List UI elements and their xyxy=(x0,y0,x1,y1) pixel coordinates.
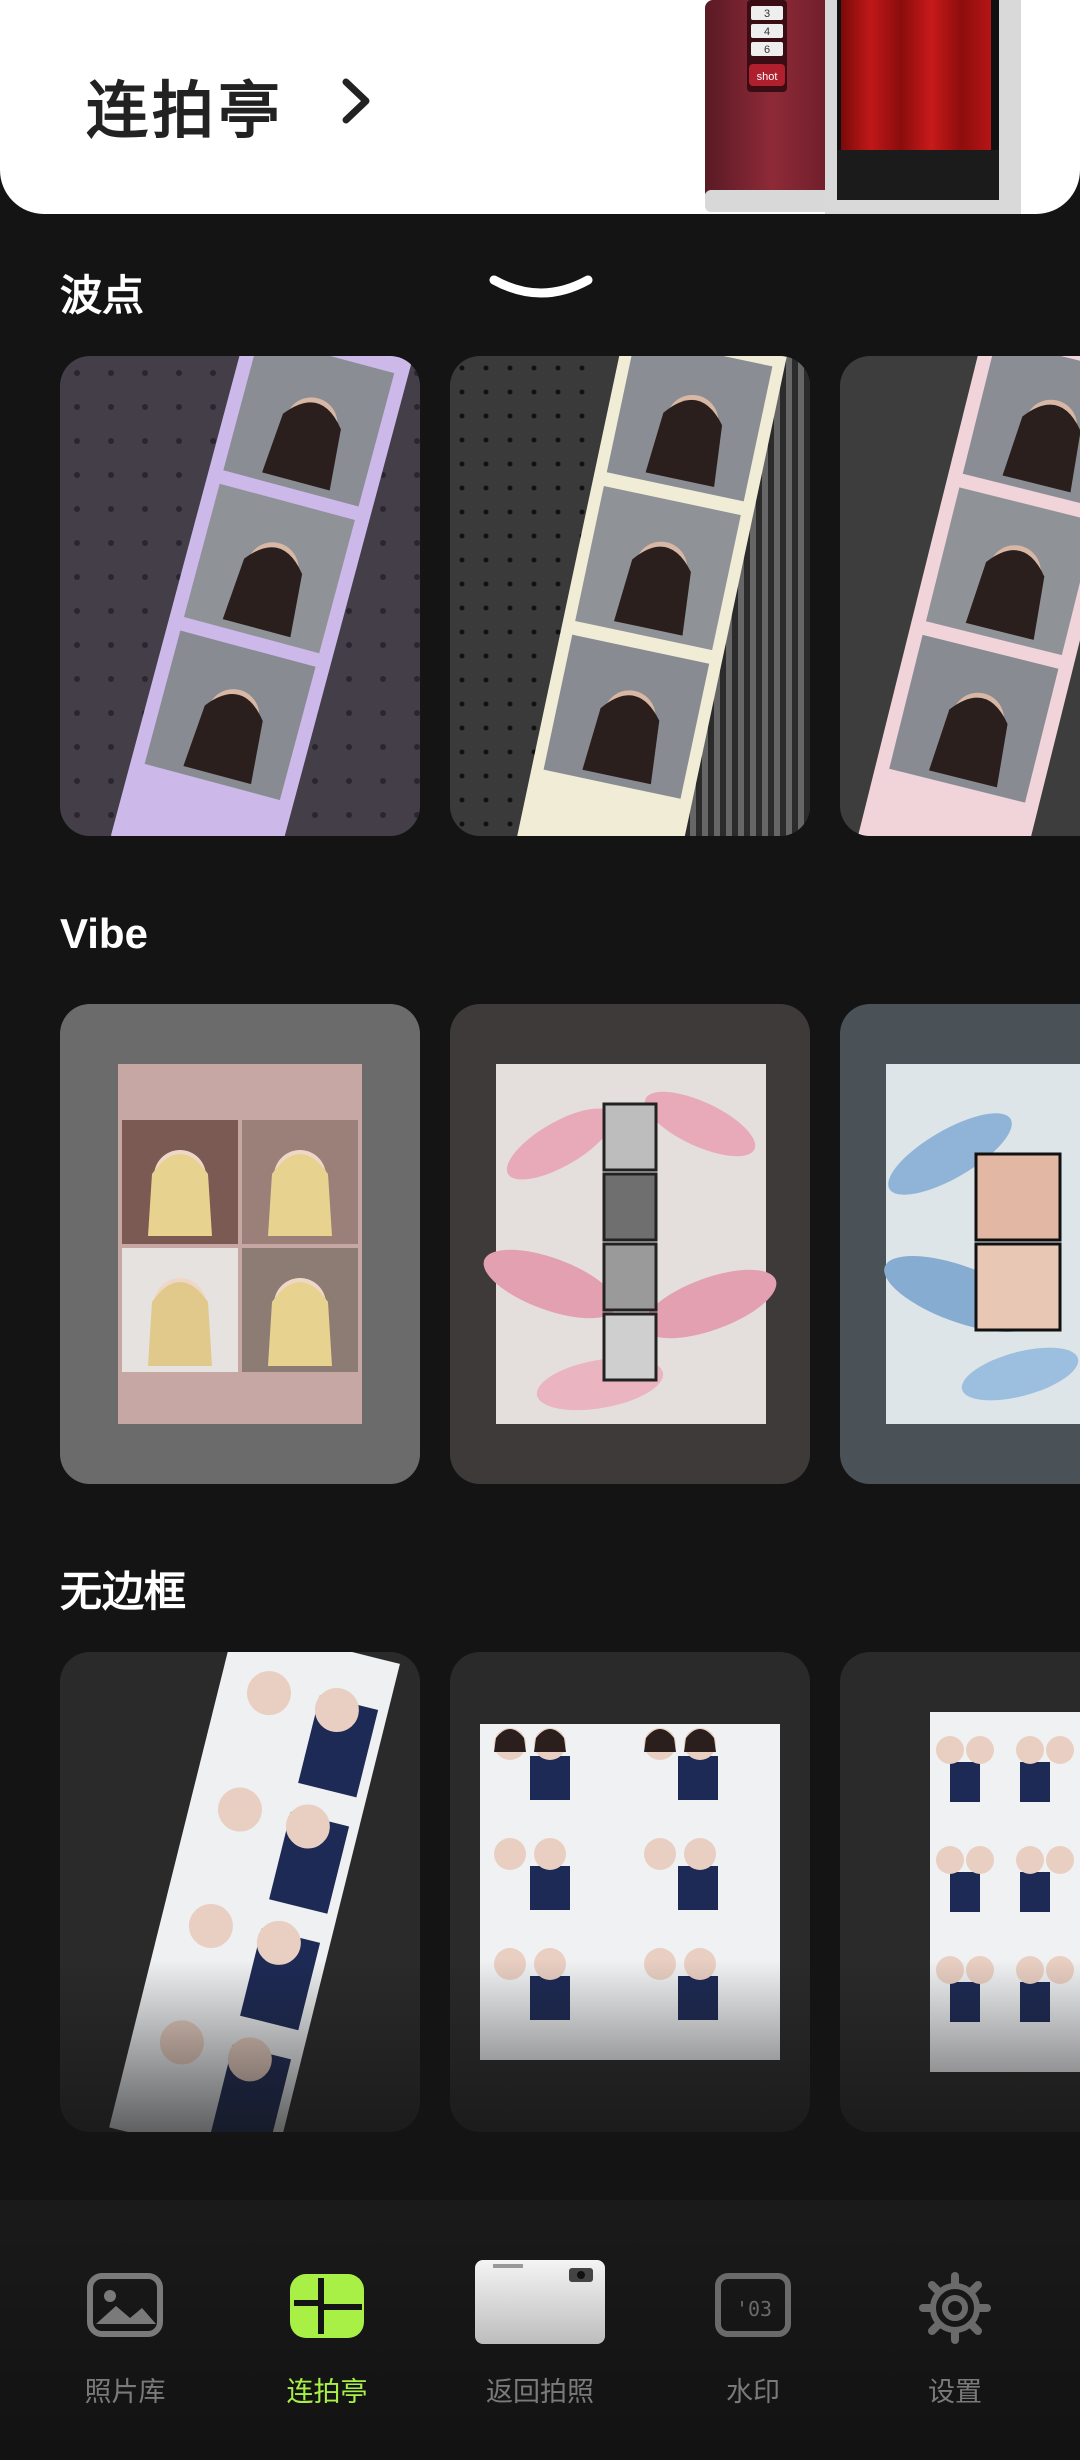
nav-item-photobooth[interactable]: 连拍亭 xyxy=(242,2200,412,2440)
nav-label-settings: 设置 xyxy=(928,2377,982,2407)
section-title-borderless: 无边框 xyxy=(60,1568,187,1615)
photobooth-header-card[interactable]: 连拍亭 3 4 6 shot xyxy=(0,0,1080,214)
section-title-dots: 波点 xyxy=(60,272,145,319)
photo-booth-illustration: 3 4 6 shot xyxy=(705,0,1021,214)
template-card-dots-film[interactable] xyxy=(450,356,810,836)
nav-item-watermark[interactable]: '03 水印 xyxy=(668,2200,838,2440)
template-card-dots-pink[interactable] xyxy=(840,356,1080,836)
nav-item-back-to-camera[interactable]: 返回拍照 xyxy=(455,2200,625,2440)
chevron-right-icon xyxy=(342,78,370,124)
template-card-borderless-grid[interactable] xyxy=(450,1652,810,2132)
chevron-down-icon[interactable] xyxy=(486,270,596,306)
nav-item-photo-library[interactable]: 照片库 xyxy=(40,2200,210,2440)
template-card-vibe-grid[interactable] xyxy=(60,1004,420,1484)
watermark-icon: '03 xyxy=(715,2273,791,2337)
nav-label-watermark: 水印 xyxy=(726,2377,780,2407)
nav-label-photo-library: 照片库 xyxy=(84,2377,166,2407)
section-title-vibe: Vibe xyxy=(60,910,148,957)
template-card-dots-purple[interactable] xyxy=(60,356,420,836)
template-card-borderless-small[interactable] xyxy=(840,1652,1080,2132)
template-card-borderless-strip[interactable] xyxy=(60,1652,420,2132)
booth-button-3: 3 xyxy=(764,8,770,20)
nav-label-photobooth: 连拍亭 xyxy=(286,2377,368,2407)
camera-icon xyxy=(475,2260,605,2344)
nav-label-back-to-camera: 返回拍照 xyxy=(486,2377,594,2407)
watermark-icon-text: '03 xyxy=(736,2297,772,2321)
gear-icon xyxy=(919,2272,991,2344)
photo-library-icon xyxy=(87,2273,163,2337)
template-card-vibe-lily-blue[interactable] xyxy=(840,1004,1080,1484)
booth-brand: shot xyxy=(757,71,778,83)
booth-button-4: 4 xyxy=(764,26,770,38)
header-title: 连拍亭 xyxy=(86,77,285,146)
photobooth-layout-icon xyxy=(290,2274,364,2338)
booth-button-6: 6 xyxy=(764,44,770,56)
nav-item-settings[interactable]: 设置 xyxy=(870,2200,1040,2440)
bottom-navigation-bar: 照片库 连拍亭 返回拍照 '03 水印 设置 xyxy=(0,2200,1080,2460)
template-card-vibe-lily-pink[interactable] xyxy=(450,1004,810,1484)
